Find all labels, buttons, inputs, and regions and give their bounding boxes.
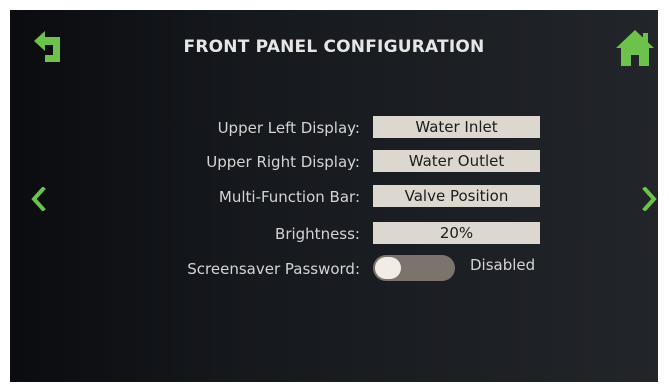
brightness-row: Brightness: 20%: [10, 221, 658, 247]
upper-right-display-label: Upper Right Display:: [206, 153, 360, 171]
multi-function-bar-row: Multi-Function Bar: Valve Position: [10, 184, 658, 210]
upper-right-display-value[interactable]: Water Outlet: [373, 150, 540, 172]
toggle-knob: [375, 257, 401, 279]
upper-left-display-row: Upper Left Display: Water Inlet: [10, 115, 658, 141]
screensaver-password-row: Screensaver Password: Disabled: [10, 254, 658, 281]
multi-function-bar-label: Multi-Function Bar:: [218, 188, 360, 206]
brightness-label: Brightness:: [275, 225, 360, 243]
screensaver-password-toggle[interactable]: [373, 255, 455, 281]
brightness-value[interactable]: 20%: [373, 222, 540, 244]
screensaver-password-state: Disabled: [470, 256, 536, 274]
upper-left-display-label: Upper Left Display:: [217, 119, 360, 137]
screensaver-password-label: Screensaver Password:: [187, 260, 360, 278]
upper-left-display-value[interactable]: Water Inlet: [373, 116, 540, 138]
home-icon[interactable]: [614, 28, 656, 68]
multi-function-bar-value[interactable]: Valve Position: [373, 185, 540, 207]
upper-right-display-row: Upper Right Display: Water Outlet: [10, 149, 658, 175]
page-title: FRONT PANEL CONFIGURATION: [183, 37, 485, 57]
front-panel-screen: FRONT PANEL CONFIGURATION Upper Left Dis…: [10, 10, 658, 382]
